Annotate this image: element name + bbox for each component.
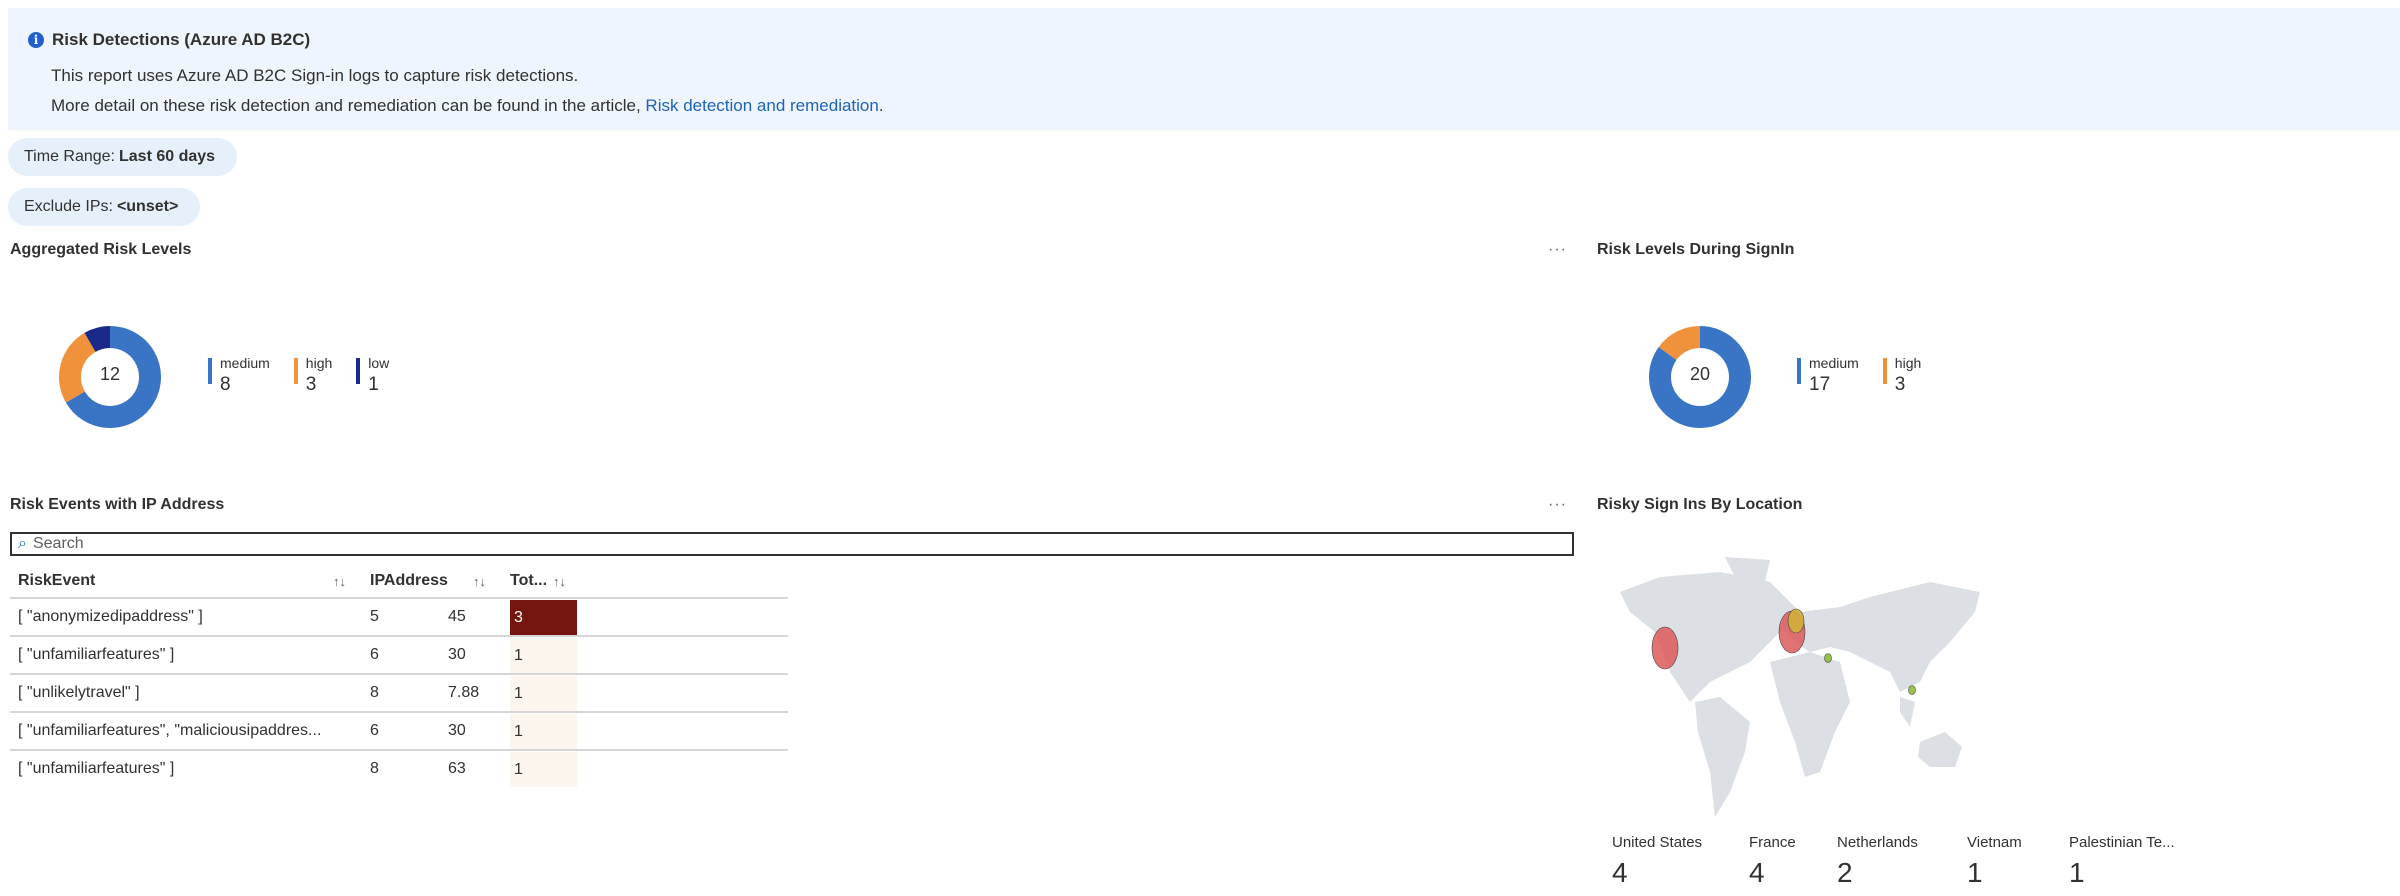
legend-swatch xyxy=(293,358,298,384)
column-header-total[interactable]: Tot... xyxy=(510,572,547,590)
legend-item-high[interactable]: high 3 xyxy=(293,355,332,396)
risk-event-cell: [ "unfamiliarfeatures" ] xyxy=(18,760,175,777)
legend-swatch xyxy=(356,358,361,384)
legend-swatch xyxy=(1797,358,1801,384)
risk-event-cell: [ "anonymizedipaddress" ] xyxy=(18,608,203,625)
time-range-parameter[interactable]: Time Range: Last 60 days xyxy=(8,138,238,176)
donut-total: 12 xyxy=(99,364,121,384)
world-map xyxy=(1620,557,1980,817)
banner-title: i Risk Detections (Azure AD B2C) xyxy=(28,30,310,50)
aggregated-legend: medium 8 high 3 low 1 xyxy=(208,355,389,396)
map-title: Risky Sign Ins By Location xyxy=(1597,496,1803,513)
signin-title: Risk Levels During SignIn xyxy=(1597,241,1795,258)
info-banner: i Risk Detections (Azure AD B2C) This rep… xyxy=(8,8,2400,130)
ip-address-cell: 6 xyxy=(370,646,379,663)
total-cell: 1 xyxy=(510,714,577,749)
bubble-netherlands[interactable] xyxy=(1787,608,1805,634)
banner-text-2: More detail on these risk detection and … xyxy=(51,96,884,115)
location-tile[interactable]: Palestinian Te... 1 xyxy=(2069,834,2189,889)
redaction xyxy=(380,675,448,713)
location-tile[interactable]: Netherlands 2 xyxy=(1837,834,1967,889)
donut-total: 20 xyxy=(1689,364,1711,384)
legend-item-high[interactable]: high 3 xyxy=(1882,355,1921,396)
search-icon: ⌕ xyxy=(18,535,27,552)
risk-event-cell: [ "unfamiliarfeatures", "maliciousipaddr… xyxy=(18,722,322,739)
redaction xyxy=(380,599,448,637)
total-cell: 1 xyxy=(510,638,577,673)
legend-item-medium[interactable]: medium 17 xyxy=(1797,355,1859,396)
events-title: Risk Events with IP Address xyxy=(10,496,225,513)
search-input[interactable]: ⌕ Search xyxy=(10,532,1574,556)
column-header-ipaddress[interactable]: IPAddress xyxy=(370,572,448,590)
legend-item-medium[interactable]: medium 8 xyxy=(208,355,270,396)
total-cell: 1 xyxy=(510,752,577,787)
sort-icon[interactable]: ↑↓ xyxy=(553,574,566,589)
legend-item-low[interactable]: low 1 xyxy=(356,355,389,396)
aggregated-title: Aggregated Risk Levels xyxy=(10,241,192,258)
bubble-palestinian-territories[interactable] xyxy=(1824,653,1832,663)
redaction xyxy=(380,751,448,789)
table-row[interactable]: [ "unfamiliarfeatures" ] 8 63 1 xyxy=(10,749,788,789)
ip-address-cell-end: 45 xyxy=(448,608,466,625)
sort-icon[interactable]: ↑↓ xyxy=(473,574,486,589)
redaction xyxy=(380,637,448,675)
sort-icon[interactable]: ↑↓ xyxy=(333,574,346,589)
donut-slice-low[interactable] xyxy=(84,326,111,353)
table-row[interactable]: [ "unfamiliarfeatures" ] 6 30 1 xyxy=(10,635,788,675)
total-cell: 1 xyxy=(510,676,577,711)
table-row[interactable]: [ "unfamiliarfeatures", "maliciousipaddr… xyxy=(10,711,788,751)
signin-legend: medium 17 high 3 xyxy=(1797,355,1921,396)
ip-address-cell: 8 xyxy=(370,760,379,777)
more-options-button[interactable]: ··· xyxy=(1548,241,1567,259)
location-legend: United States 4 France 4 Netherlands 2 Vietnam… xyxy=(1612,834,2189,889)
location-tile[interactable]: Vietnam 1 xyxy=(1967,834,2069,889)
column-header-riskevent[interactable]: RiskEvent xyxy=(18,572,95,590)
bubble-united-states[interactable] xyxy=(1651,626,1679,670)
info-icon: i xyxy=(28,32,44,48)
donut-slice-high[interactable] xyxy=(1658,326,1701,361)
ip-address-cell: 8 xyxy=(370,684,379,701)
ip-address-cell-end: 7.88 xyxy=(448,684,480,701)
ip-address-cell: 5 xyxy=(370,608,379,625)
location-tile[interactable]: United States 4 xyxy=(1612,834,1749,889)
risk-event-cell: [ "unfamiliarfeatures" ] xyxy=(18,646,175,663)
table-row[interactable]: [ "anonymizedipaddress" ] 5 45 3 xyxy=(10,597,788,637)
ip-address-cell-end: 30 xyxy=(448,646,466,663)
total-cell: 3 xyxy=(510,600,577,635)
legend-swatch xyxy=(208,358,212,384)
ip-address-cell-end: 30 xyxy=(448,722,466,739)
redaction xyxy=(380,713,448,751)
risk-event-cell: [ "unlikelytravel" ] xyxy=(18,684,140,701)
legend-swatch xyxy=(1882,358,1887,384)
bubble-vietnam[interactable] xyxy=(1908,685,1916,695)
exclude-ips-parameter[interactable]: Exclude IPs: <unset> xyxy=(8,188,201,226)
banner-text: This report uses Azure AD B2C Sign-in lo… xyxy=(51,66,579,85)
ip-address-cell: 6 xyxy=(370,722,379,739)
risk-detection-link[interactable]: Risk detection and remediation xyxy=(645,96,878,115)
more-options-button[interactable]: ··· xyxy=(1548,496,1567,514)
table-row[interactable]: [ "unlikelytravel" ] 8 7.88 1 xyxy=(10,673,788,713)
location-tile[interactable]: France 4 xyxy=(1749,834,1837,889)
ip-address-cell-end: 63 xyxy=(448,760,466,777)
